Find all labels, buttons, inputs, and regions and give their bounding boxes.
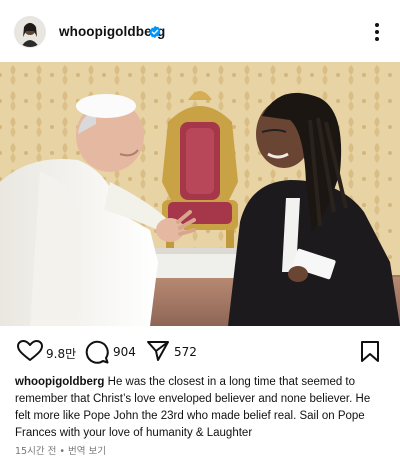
post-caption: whoopigoldberg He was the closest in a l… bbox=[15, 374, 387, 442]
caption-username[interactable]: whoopigoldberg bbox=[15, 376, 104, 388]
post-header: whoopigoldberg bbox=[0, 0, 400, 62]
action-bar: 9.8만 904 572 bbox=[0, 334, 400, 368]
avatar[interactable] bbox=[15, 17, 45, 47]
post-meta: 15시간 전 • 번역 보기 bbox=[15, 443, 106, 457]
shares-count[interactable]: 572 bbox=[174, 345, 197, 359]
verified-badge-icon bbox=[149, 25, 161, 39]
see-translation-link[interactable]: 번역 보기 bbox=[68, 446, 106, 457]
like-heart-icon[interactable] bbox=[17, 340, 43, 362]
comment-bubble-icon[interactable] bbox=[85, 340, 109, 364]
instagram-post: whoopigoldberg 9.8만 904 572 whoopigoldbe… bbox=[0, 0, 400, 466]
more-options-icon[interactable] bbox=[368, 20, 386, 44]
post-photo[interactable] bbox=[0, 62, 400, 326]
share-send-icon[interactable] bbox=[146, 340, 170, 362]
comments-count[interactable]: 904 bbox=[113, 345, 136, 359]
post-timestamp: 15시간 전 bbox=[15, 446, 57, 457]
likes-count[interactable]: 9.8만 bbox=[46, 345, 76, 362]
meta-separator: • bbox=[59, 446, 65, 457]
post-photo-illustration bbox=[0, 62, 400, 326]
save-bookmark-icon[interactable] bbox=[360, 340, 380, 364]
